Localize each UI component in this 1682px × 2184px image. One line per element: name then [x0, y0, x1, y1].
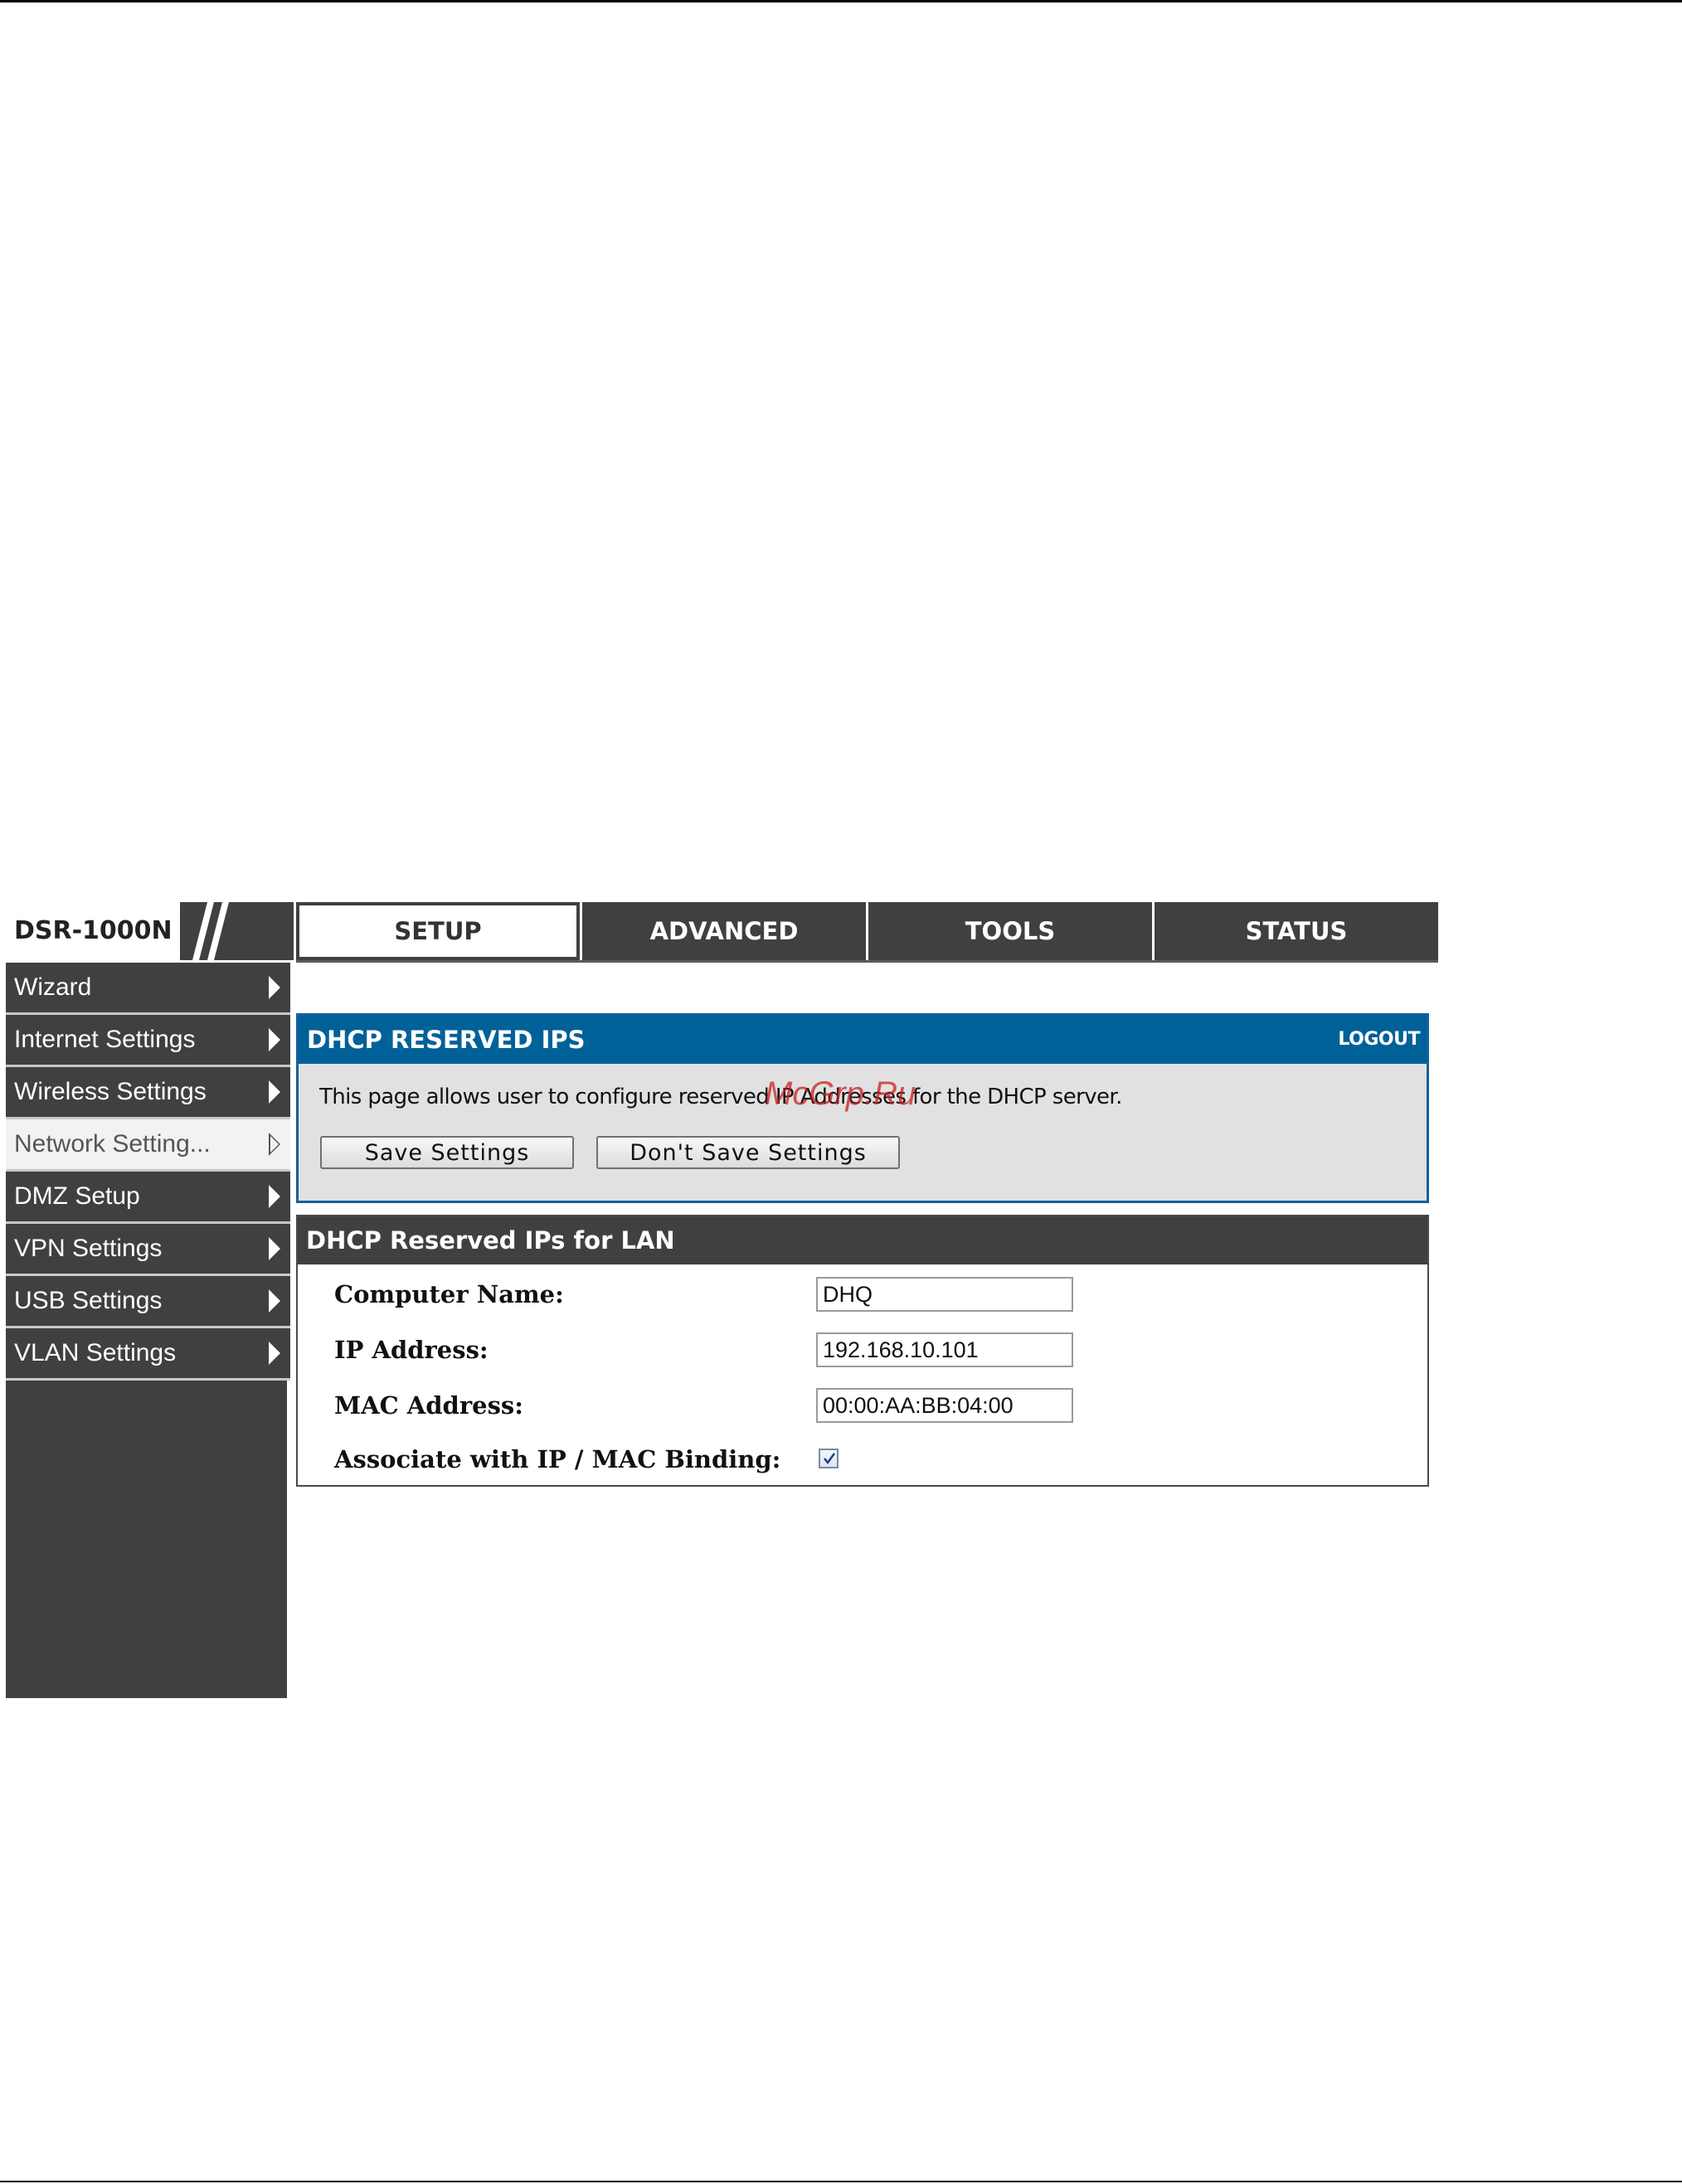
dhcp-reserved-form: DHCP Reserved IPs for LAN Computer Name:…	[296, 1215, 1429, 1487]
sidebar-item-vpn-settings[interactable]: VPN Settings	[6, 1224, 290, 1276]
ip-mac-binding-label: Associate with IP / MAC Binding:	[334, 1445, 781, 1473]
chevron-right-icon	[269, 1289, 280, 1313]
info-panel-header: DHCP RESERVED IPS LOGOUT	[299, 1016, 1427, 1064]
chevron-right-icon	[269, 1028, 280, 1051]
sidebar-item-network-settings[interactable]: Network Setting...	[6, 1119, 290, 1172]
sidebar-item-dmz-setup[interactable]: DMZ Setup	[6, 1172, 290, 1224]
sidebar-item-label: Network Setting...	[14, 1130, 211, 1158]
form-section-header: DHCP Reserved IPs for LAN	[298, 1216, 1427, 1264]
sidebar: Wizard Internet Settings Wireless Settin…	[6, 963, 290, 1698]
tab-setup[interactable]: SETUP	[296, 902, 580, 960]
top-nav-tabs: SETUP ADVANCED TOOLS STATUS	[296, 902, 1438, 963]
mac-address-label: MAC Address:	[334, 1391, 523, 1420]
top-page-rule	[0, 0, 1682, 2]
mac-address-input[interactable]	[816, 1388, 1073, 1423]
sidebar-item-label: Wizard	[14, 973, 92, 1001]
sidebar-item-label: USB Settings	[14, 1287, 163, 1314]
chevron-right-icon	[269, 1237, 280, 1260]
tab-status[interactable]: STATUS	[1155, 902, 1438, 960]
chevron-right-icon	[269, 1185, 280, 1208]
chevron-right-icon	[269, 1080, 280, 1104]
form-section-title: DHCP Reserved IPs for LAN	[306, 1226, 675, 1255]
dont-save-settings-button[interactable]: Don't Save Settings	[596, 1136, 900, 1169]
chevron-right-icon	[269, 1342, 280, 1365]
brand-model: DSR-1000N	[6, 902, 180, 960]
sidebar-item-label: VPN Settings	[14, 1235, 163, 1262]
page-description: This page allows user to configure reser…	[319, 1085, 1122, 1109]
sidebar-item-wizard[interactable]: Wizard	[6, 963, 290, 1015]
sidebar-item-usb-settings[interactable]: USB Settings	[6, 1276, 290, 1328]
bottom-page-rule	[0, 2181, 1682, 2182]
info-panel: DHCP RESERVED IPS LOGOUT This page allow…	[296, 1013, 1429, 1203]
save-settings-button[interactable]: Save Settings	[320, 1136, 574, 1169]
computer-name-input[interactable]	[816, 1277, 1073, 1312]
ip-mac-binding-checkbox[interactable]	[819, 1449, 839, 1468]
sidebar-item-internet-settings[interactable]: Internet Settings	[6, 1015, 290, 1067]
sidebar-item-vlan-settings[interactable]: VLAN Settings	[6, 1328, 290, 1381]
sidebar-item-label: VLAN Settings	[14, 1339, 177, 1366]
tab-advanced[interactable]: ADVANCED	[582, 902, 866, 960]
sidebar-item-label: DMZ Setup	[14, 1182, 140, 1210]
ip-address-label: IP Address:	[334, 1336, 489, 1364]
page-title: DHCP RESERVED IPS	[307, 1026, 586, 1054]
brand-slashes-icon	[192, 902, 229, 960]
sidebar-item-label: Wireless Settings	[14, 1078, 207, 1105]
sidebar-item-label: Internet Settings	[14, 1026, 196, 1053]
ip-address-input[interactable]	[816, 1332, 1073, 1367]
chevron-right-icon	[269, 976, 280, 999]
chevron-right-outline-icon	[269, 1133, 280, 1156]
sidebar-item-wireless-settings[interactable]: Wireless Settings	[6, 1067, 290, 1119]
tab-tools[interactable]: TOOLS	[868, 902, 1152, 960]
checkmark-icon	[824, 1453, 836, 1465]
brand-header: DSR-1000N	[6, 902, 294, 960]
computer-name-label: Computer Name:	[334, 1280, 564, 1308]
logout-link[interactable]: LOGOUT	[1338, 1016, 1420, 1064]
